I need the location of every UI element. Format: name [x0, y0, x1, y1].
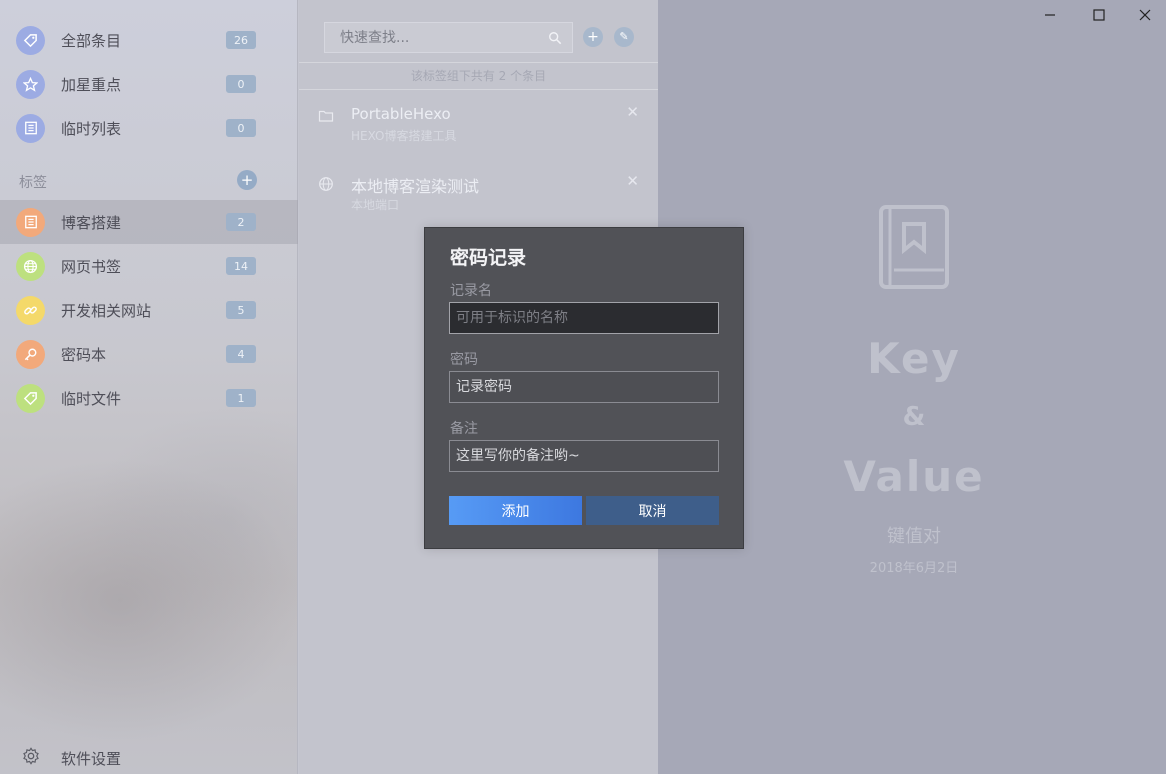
password-label: 密码 — [450, 352, 478, 368]
cancel-button[interactable]: 取消 — [586, 496, 719, 525]
list-item[interactable]: PortableHexo HEXO博客搭建工具 ✕ — [299, 92, 658, 154]
folder-icon — [318, 110, 334, 122]
add-button[interactable]: 添加 — [449, 496, 582, 525]
list-item-title: PortableHexo — [351, 105, 451, 123]
list-item-title: 本地博客渲染测试 — [351, 177, 480, 196]
brand-date: 2018年6月2日 — [869, 561, 959, 576]
list-item[interactable]: 本地博客渲染测试 本地端口 ✕ — [299, 160, 658, 222]
list-item-subtitle: HEXO博客搭建工具 — [351, 129, 457, 143]
globe-icon — [319, 177, 333, 191]
sidebar-item-label: 密码本 — [61, 345, 107, 364]
sidebar: 全部条目 26 加星重点 0 临时列表 0 标签 + 博客搭建 2 网页书签 1… — [0, 0, 298, 774]
sidebar-item-temp-files[interactable]: 临时文件 1 — [0, 376, 298, 420]
sidebar-item-all[interactable]: 全部条目 26 — [0, 18, 298, 62]
count-badge: 0 — [226, 119, 256, 137]
count-badge: 4 — [226, 345, 256, 363]
sidebar-item-label: 临时文件 — [61, 389, 122, 408]
settings-label: 软件设置 — [61, 750, 122, 768]
dialog-title: 密码记录 — [450, 247, 527, 269]
close-icon[interactable]: ✕ — [626, 103, 639, 121]
count-badge: 5 — [226, 301, 256, 319]
note-input[interactable] — [449, 440, 719, 472]
list-summary: 该标签组下共有 2 个条目 — [299, 62, 658, 90]
search-box — [324, 22, 573, 53]
search-icon[interactable] — [548, 31, 562, 45]
tags-section-title: 标签 — [19, 175, 47, 191]
gear-icon — [23, 747, 39, 765]
globe-icon — [16, 251, 45, 281]
count-badge: 14 — [226, 257, 256, 275]
key-icon — [16, 339, 45, 369]
sidebar-item-label: 临时列表 — [61, 119, 122, 138]
sidebar-item-blog[interactable]: 博客搭建 2 — [0, 200, 298, 244]
maximize-icon[interactable] — [1089, 5, 1109, 25]
sidebar-item-label: 网页书签 — [61, 257, 122, 276]
minimize-icon[interactable] — [1040, 5, 1060, 25]
book-icon — [879, 205, 949, 289]
close-icon[interactable]: ✕ — [626, 172, 639, 190]
add-tag-button[interactable]: + — [237, 170, 257, 190]
tag-icon — [16, 25, 45, 55]
settings-button[interactable]: 软件设置 — [0, 740, 298, 774]
sidebar-item-label: 开发相关网站 — [61, 301, 152, 320]
tag-icon — [16, 383, 45, 413]
record-name-input[interactable] — [449, 302, 719, 334]
sidebar-item-label: 全部条目 — [61, 31, 122, 50]
name-label: 记录名 — [450, 283, 492, 299]
count-badge: 0 — [226, 75, 256, 93]
note-label: 备注 — [450, 421, 478, 437]
sidebar-item-dev-sites[interactable]: 开发相关网站 5 — [0, 288, 298, 332]
star-icon — [16, 69, 45, 99]
sidebar-item-bookmarks[interactable]: 网页书签 14 — [0, 244, 298, 288]
list-icon — [16, 113, 45, 143]
sidebar-item-starred[interactable]: 加星重点 0 — [0, 62, 298, 106]
sidebar-item-label: 博客搭建 — [61, 213, 122, 232]
search-input[interactable] — [325, 23, 540, 52]
count-badge: 26 — [226, 31, 256, 49]
close-window-icon[interactable] — [1135, 5, 1155, 25]
sidebar-item-temp-list[interactable]: 临时列表 0 — [0, 106, 298, 150]
add-entry-button[interactable]: + — [583, 27, 603, 47]
sidebar-item-passwords[interactable]: 密码本 4 — [0, 332, 298, 376]
password-input[interactable] — [449, 371, 719, 403]
count-badge: 2 — [226, 213, 256, 231]
password-record-dialog: 密码记录 记录名 密码 备注 添加 取消 — [424, 227, 744, 549]
tools-button[interactable]: ✎ — [614, 27, 634, 47]
list-item-subtitle: 本地端口 — [351, 198, 400, 212]
sidebar-item-label: 加星重点 — [61, 75, 122, 94]
list-icon — [16, 207, 45, 237]
count-badge: 1 — [226, 389, 256, 407]
link-icon — [16, 295, 45, 325]
